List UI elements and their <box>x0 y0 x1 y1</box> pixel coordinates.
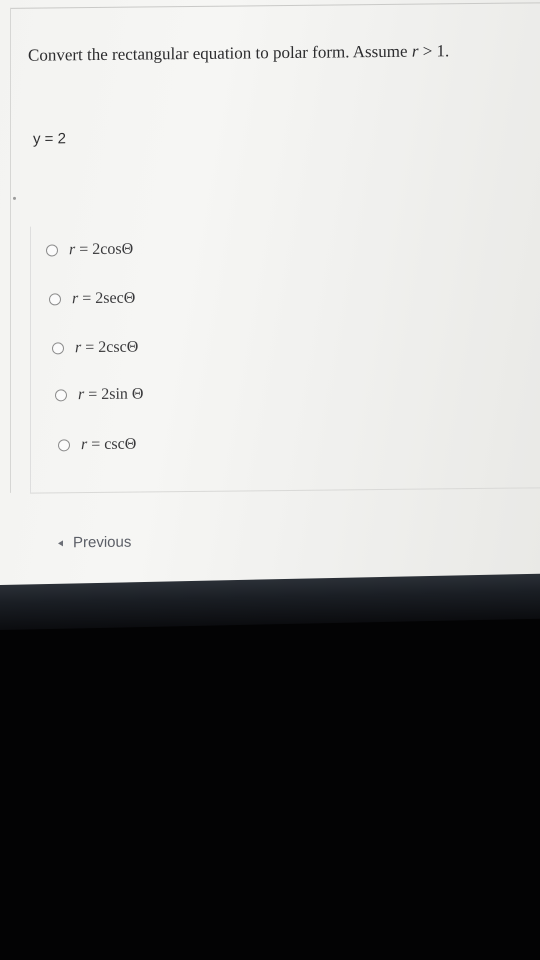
given-equation: y = 2 <box>33 130 66 148</box>
answer-option-5[interactable]: r = cscΘ <box>58 436 136 455</box>
screen-speck <box>13 196 16 200</box>
answer-option-1[interactable]: r = 2cosΘ <box>46 241 133 260</box>
answer-option-3[interactable]: r = 2cscΘ <box>52 339 138 358</box>
question-text: Convert the rectangular equation to pola… <box>28 41 412 65</box>
answer-option-2[interactable]: r = 2secΘ <box>49 290 135 309</box>
radio-button[interactable] <box>55 389 67 402</box>
previous-button[interactable]: Previous <box>58 534 131 552</box>
answer-option-4[interactable]: r = 2sin Θ <box>55 385 143 404</box>
radio-button[interactable] <box>46 244 58 257</box>
quiz-screen: Convert the rectangular equation to pola… <box>0 0 540 601</box>
condition-text: > 1. <box>418 41 450 61</box>
radio-button[interactable] <box>58 439 70 452</box>
option-label: r = 2cosΘ <box>69 240 134 259</box>
option-label: r = cscΘ <box>81 435 137 454</box>
radio-button[interactable] <box>52 342 64 355</box>
radio-button[interactable] <box>49 293 61 306</box>
previous-label: Previous <box>73 533 132 552</box>
option-label: r = 2sin Θ <box>78 385 144 404</box>
chevron-left-icon <box>58 539 63 546</box>
option-label: r = 2secΘ <box>72 289 136 308</box>
option-label: r = 2cscΘ <box>75 338 139 357</box>
